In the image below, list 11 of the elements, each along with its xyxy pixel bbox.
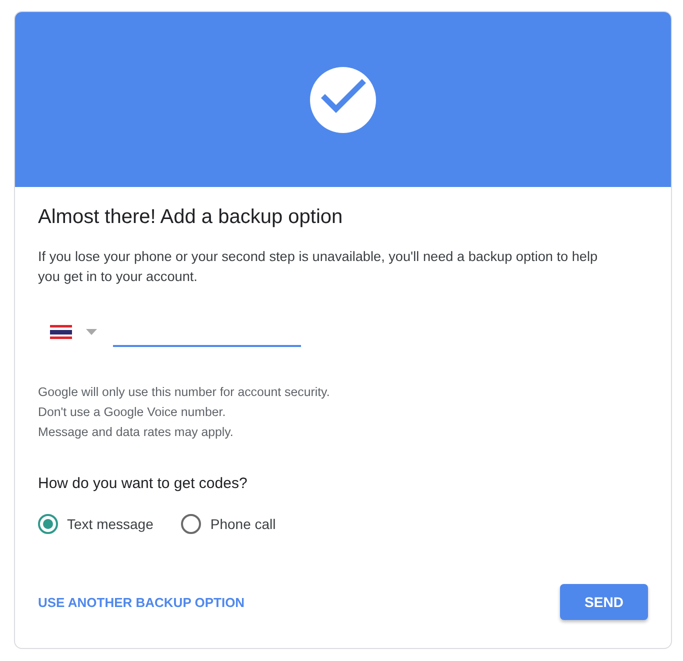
check-circle-icon: [310, 66, 376, 132]
dropdown-caret-icon: [86, 329, 97, 335]
radio-option[interactable]: Phone call: [181, 514, 276, 534]
note-text: Don't use a Google Voice number.: [38, 404, 227, 421]
dialog-title: Almost there! Add a backup option: [38, 205, 344, 229]
note-text: Google will only use this number for account security.: [38, 384, 331, 401]
question-text: How do you want to get codes?: [38, 474, 248, 494]
description-text: If you lose your phone or your second step is unavailable, you'll need a backup option to help you get in to your account.: [38, 248, 599, 286]
radio-option[interactable]: Text message: [38, 514, 154, 534]
flag-icon: [50, 325, 72, 339]
note-text: Message and data rates may apply.: [38, 424, 234, 441]
